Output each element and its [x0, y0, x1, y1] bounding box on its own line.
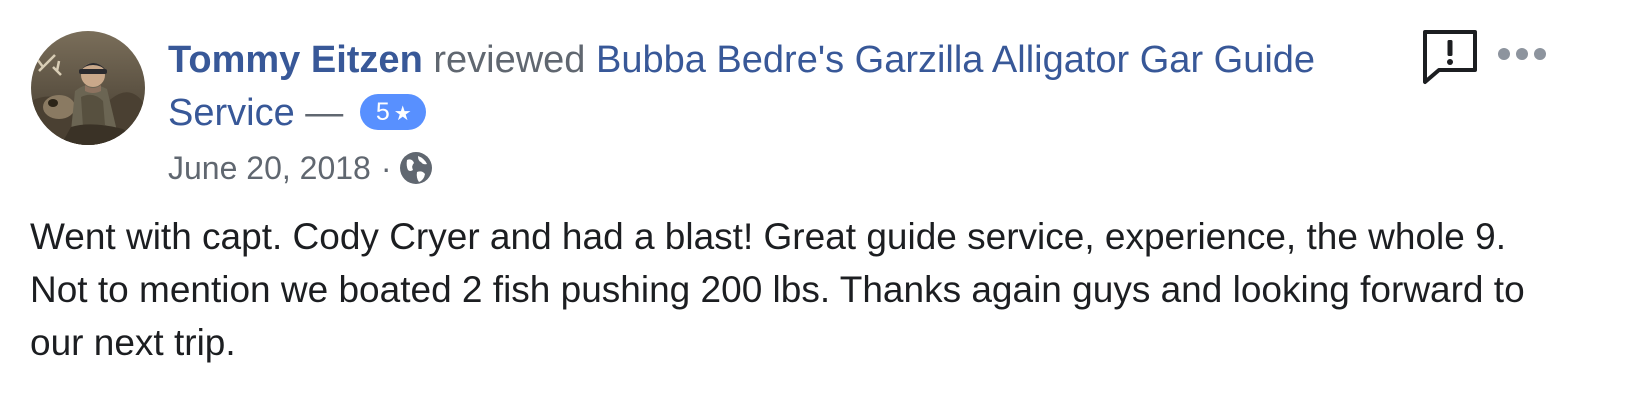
meta-separator: · — [380, 150, 392, 186]
review-action-text: reviewed — [433, 39, 586, 81]
review-date-link[interactable]: June 20, 2018 — [168, 146, 371, 190]
rating-badge[interactable]: 5 ★ — [359, 94, 426, 130]
star-icon: ★ — [393, 103, 412, 125]
avatar[interactable] — [31, 31, 145, 145]
report-button[interactable] — [1421, 28, 1479, 86]
author-name-link[interactable]: Tommy Eitzen — [168, 39, 423, 81]
more-options-icon — [1498, 48, 1546, 60]
review-header: Tommy Eitzen reviewed Bubba Bedre's Garz… — [168, 34, 1368, 140]
globe-icon[interactable] — [398, 150, 434, 186]
rating-value: 5 — [375, 98, 390, 126]
review-card: Tommy Eitzen reviewed Bubba Bedre's Garz… — [0, 0, 1640, 406]
report-speech-bubble-icon — [1423, 30, 1477, 84]
more-options-button[interactable] — [1496, 40, 1548, 68]
rating-dash: — — [305, 92, 344, 134]
review-body-text: Went with capt. Cody Cryer and had a bla… — [30, 216, 1525, 363]
review-meta: June 20, 2018 · — [168, 146, 434, 190]
avatar-photo — [31, 31, 145, 145]
